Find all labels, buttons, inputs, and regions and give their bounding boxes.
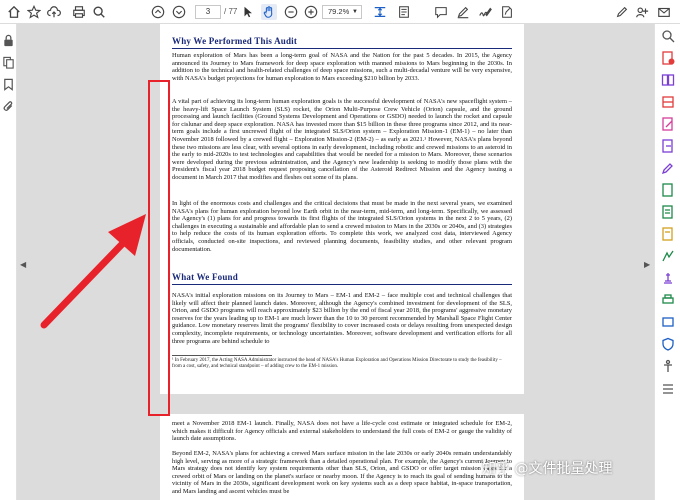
rich-media-icon[interactable]	[661, 315, 675, 329]
attachment-paperclip-icon[interactable]	[2, 100, 15, 113]
draw-signature-icon[interactable]	[477, 4, 493, 20]
envelope-icon[interactable]	[656, 4, 672, 20]
search-document-icon[interactable]	[661, 29, 675, 43]
footnote-divider	[172, 355, 272, 356]
section-heading-why: Why We Performed This Audit	[172, 36, 298, 46]
paragraph: In light of the enormous costs and chall…	[172, 200, 512, 253]
comment-icon[interactable]	[433, 4, 449, 20]
main-toolbar: 3 / 77 79.2% ▼	[0, 0, 680, 24]
hand-tool-icon[interactable]	[261, 4, 277, 20]
organize-pages-icon[interactable]	[661, 95, 675, 109]
watermark: 知乎 @文件批量处理	[482, 461, 613, 477]
right-tools-rail	[654, 24, 680, 500]
bookmark-star-icon[interactable]	[26, 4, 42, 20]
highlight-pen-icon[interactable]	[455, 4, 471, 20]
heading-underline	[172, 284, 512, 285]
paragraph: A vital part of achieving its long-term …	[172, 98, 512, 181]
heading-underline	[172, 48, 512, 49]
collapse-left-panel-icon[interactable]: ◀	[20, 260, 26, 269]
footnote: ¹ In February 2017, the Acting NASA Admi…	[172, 358, 502, 369]
create-pdf-icon[interactable]	[661, 51, 675, 65]
combine-files-icon[interactable]	[661, 73, 675, 87]
scan-ocr-icon[interactable]	[661, 205, 675, 219]
previous-page-icon[interactable]	[150, 4, 166, 20]
share-icon[interactable]	[634, 4, 650, 20]
page-number-input[interactable]: 3	[195, 5, 221, 19]
stamp-icon[interactable]	[661, 271, 675, 285]
page-thumbnails-icon[interactable]	[2, 56, 15, 69]
page-total-label: / 77	[224, 7, 238, 16]
paragraph: meet a November 2018 EM-1 launch. Finall…	[172, 420, 512, 443]
red-highlight-box	[148, 80, 170, 416]
expand-right-panel-icon[interactable]: ▶	[644, 260, 650, 269]
upload-cloud-icon[interactable]	[46, 4, 62, 20]
zoom-level-select[interactable]: 79.2% ▼	[322, 5, 362, 19]
edit-pdf-side-icon[interactable]	[661, 117, 675, 131]
print-production-icon[interactable]	[661, 293, 675, 307]
zoom-out-icon[interactable]	[283, 4, 299, 20]
paragraph: Beyond EM-2, NASA's plans for achieving …	[172, 450, 512, 495]
chevron-down-icon: ▼	[352, 9, 358, 15]
fit-page-icon[interactable]	[372, 4, 388, 20]
paragraph: Human exploration of Mars has been a lon…	[172, 52, 512, 82]
more-tools-icon[interactable]	[661, 381, 675, 395]
pdf-page-next: meet a November 2018 EM-1 launch. Finall…	[160, 414, 524, 500]
edit-pdf-icon[interactable]	[499, 4, 515, 20]
section-heading-found: What We Found	[172, 272, 238, 282]
send-for-review-icon[interactable]	[661, 249, 675, 263]
zoom-level-value: 79.2%	[328, 7, 350, 16]
page-display-icon[interactable]	[396, 4, 412, 20]
accessibility-icon[interactable]	[661, 359, 675, 373]
lock-icon[interactable]	[2, 34, 15, 47]
home-icon[interactable]	[6, 4, 22, 20]
fill-sign-icon[interactable]	[661, 161, 675, 175]
document-canvas[interactable]: Why We Performed This Audit Human explor…	[17, 24, 654, 500]
comment-side-icon[interactable]	[661, 183, 675, 197]
pdf-page-current: Why We Performed This Audit Human explor…	[160, 24, 524, 394]
paragraph: NASA's initial exploration missions on i…	[172, 292, 512, 345]
bookmark-icon[interactable]	[2, 78, 15, 91]
shield-icon[interactable]	[661, 337, 675, 351]
protect-icon[interactable]	[661, 227, 675, 241]
zoom-in-icon[interactable]	[303, 4, 319, 20]
print-icon[interactable]	[71, 4, 87, 20]
export-pdf-icon[interactable]	[661, 139, 675, 153]
next-page-icon[interactable]	[171, 4, 187, 20]
search-icon[interactable]	[91, 4, 107, 20]
select-cursor-icon[interactable]	[240, 4, 256, 20]
sign-tool-icon[interactable]	[614, 4, 630, 20]
left-navigation-rail	[0, 24, 17, 500]
